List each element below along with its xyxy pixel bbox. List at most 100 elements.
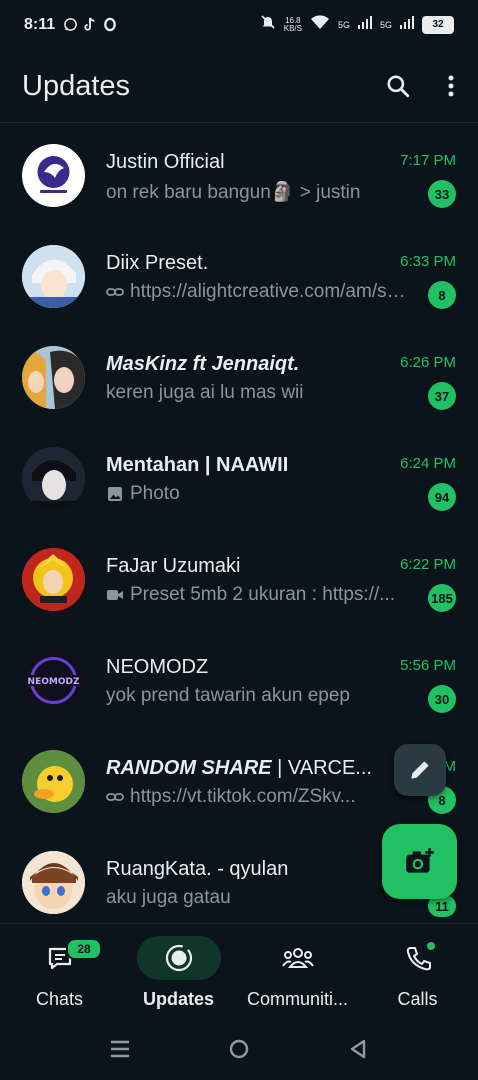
bottom-navigation: 28 Chats Updates Communiti... Calls (0, 923, 478, 1019)
unread-chats-badge: 28 (66, 938, 102, 960)
chat-preview-text: aku juga gatau (106, 887, 231, 908)
chat-row[interactable]: Mentahan | NAAWII 6:24 PM Photo 94 (0, 427, 478, 528)
home-button[interactable] (224, 1034, 254, 1064)
chat-row[interactable]: FaJar Uzumaki 6:22 PM Preset 5mb 2 ukura… (0, 528, 478, 629)
chat-preview: yok prend tawarin akun epep (106, 685, 411, 707)
chat-time: 5:56 PM (400, 657, 456, 674)
nav-label: Chats (35, 989, 84, 1009)
search-icon (387, 75, 410, 98)
chat-preview: Photo (106, 483, 411, 505)
battery-indicator: 32 (422, 15, 454, 34)
link-icon (106, 788, 124, 806)
whatsapp-icon (62, 16, 78, 32)
new-camera-status-button[interactable] (382, 824, 457, 899)
page-title: Updates (22, 70, 131, 102)
camera-add-icon (405, 847, 434, 873)
signal-icon (357, 15, 372, 34)
chat-list: Justin Official 7:17 PM on rek baru bang… (0, 124, 478, 932)
link-icon (106, 283, 124, 301)
tab-communities[interactable]: Communiti... (238, 924, 357, 1019)
new-text-status-button[interactable] (394, 744, 446, 796)
chat-row[interactable]: NEOMODZ NEOMODZ 5:56 PM yok prend tawari… (0, 629, 478, 730)
system-navigation-bar (0, 1018, 478, 1080)
chat-name-italic: RANDOM SHARE (106, 757, 272, 779)
avatar (22, 245, 85, 308)
chat-preview: keren juga ai lu mas wii (106, 382, 411, 404)
circle-app-icon (102, 16, 118, 32)
chat-name: Justin Official (106, 151, 225, 173)
pencil-icon (411, 761, 429, 779)
more-vert-icon (448, 75, 454, 97)
speed-unit: KB/S (283, 23, 302, 33)
communities-icon (281, 948, 314, 968)
mute-icon (260, 14, 276, 35)
chat-time: 6:22 PM (400, 556, 456, 573)
status-bar: 8:11 16.8 KB/S 5G 5G 32 (0, 0, 478, 52)
tiktok-icon (82, 16, 98, 32)
avatar (22, 750, 85, 813)
chat-time: 6:24 PM (400, 455, 456, 472)
more-options-button[interactable] (444, 70, 458, 102)
video-icon (106, 586, 124, 604)
recents-icon (111, 1040, 129, 1058)
tab-calls[interactable]: Calls (357, 924, 478, 1019)
updates-icon (165, 944, 192, 972)
search-button[interactable] (382, 70, 414, 102)
chat-name: MasKinz ft Jennaiqt. (106, 353, 300, 375)
chat-preview: aku juga gatau (106, 887, 411, 909)
status-time: 8:11 (24, 16, 56, 33)
chat-name: RuangKata. - qyulan (106, 858, 289, 880)
chat-preview-text: Photo (130, 483, 180, 504)
chat-preview-text: on rek baru bangun🗿 > justin (106, 182, 361, 203)
chat-time: 6:33 PM (400, 253, 456, 270)
tab-updates[interactable]: Updates (119, 924, 238, 1019)
wifi-icon (310, 14, 330, 35)
photo-icon (106, 485, 124, 503)
avatar (22, 851, 85, 914)
chat-row[interactable]: MasKinz ft Jennaiqt. 6:26 PM keren juga … (0, 326, 478, 427)
unread-badge: 33 (428, 180, 456, 208)
chat-preview: https://vt.tiktok.com/ZSkv... (106, 786, 406, 808)
app-bar: Updates (0, 52, 478, 123)
chat-preview-text: keren juga ai lu mas wii (106, 382, 304, 403)
chat-name: Mentahan | NAAWII (106, 454, 289, 476)
avatar: NEOMODZ (22, 649, 85, 712)
avatar (22, 144, 85, 207)
chat-preview: on rek baru bangun🗿 > justin (106, 180, 411, 204)
calls-indicator-dot (427, 942, 435, 950)
network-type-1: 5G (337, 19, 350, 30)
chat-preview-text: yok prend tawarin akun epep (106, 685, 350, 706)
chat-row[interactable]: Diix Preset. 6:33 PM https://alightcreat… (0, 225, 478, 326)
network-speed: 16.8 KB/S (283, 16, 302, 33)
chat-name: FaJar Uzumaki (106, 555, 241, 577)
nav-label: Communiti... (246, 989, 349, 1009)
home-icon (229, 1039, 249, 1059)
back-icon (350, 1039, 366, 1059)
chat-preview: Preset 5mb 2 ukuran : https://... (106, 584, 411, 606)
unread-badge: 37 (428, 382, 456, 410)
chat-preview: https://alightcreative.com/am/share/u/w9… (106, 281, 411, 303)
avatar (22, 548, 85, 611)
svg-text:NEOMODZ: NEOMODZ (28, 677, 80, 687)
avatar (22, 447, 85, 510)
chat-preview-text: https://vt.tiktok.com/ZSkv... (130, 786, 356, 807)
chat-name: RANDOM SHARE | VARCE... (106, 757, 396, 780)
chat-row[interactable]: Justin Official 7:17 PM on rek baru bang… (0, 124, 478, 225)
unread-badge: 30 (428, 685, 456, 713)
tab-chats[interactable]: 28 Chats (0, 924, 119, 1019)
nav-label: Updates (142, 989, 214, 1009)
back-button[interactable] (343, 1034, 373, 1064)
chat-preview-text: https://alightcreative.com/am/share/u/w9… (130, 281, 411, 302)
chat-time: 7:17 PM (400, 152, 456, 169)
chat-name: Diix Preset. (106, 252, 209, 274)
unread-badge: 94 (428, 483, 456, 511)
network-type-2: 5G (379, 19, 392, 30)
signal-icon (400, 15, 414, 34)
chat-time: 6:26 PM (400, 354, 456, 371)
unread-badge: 8 (428, 281, 456, 309)
avatar (22, 346, 85, 409)
nav-label: Calls (397, 989, 438, 1009)
chat-name-rest: | VARCE... (271, 757, 372, 779)
chat-name: NEOMODZ (106, 656, 209, 678)
recents-button[interactable] (105, 1034, 135, 1064)
